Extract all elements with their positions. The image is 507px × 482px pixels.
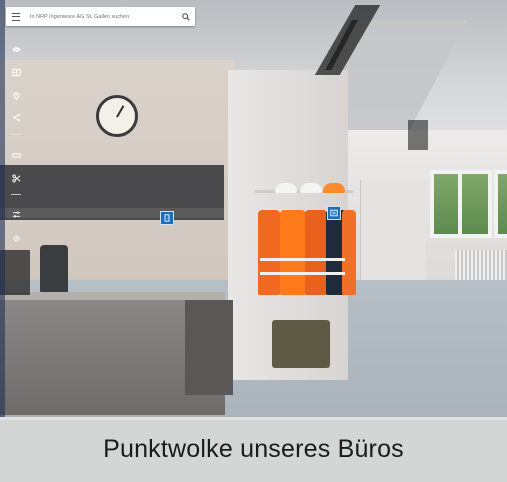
scissors-icon [11, 174, 20, 182]
safety-jacket [258, 210, 280, 295]
caption-text: Punktwolke unseres Büros [103, 435, 404, 463]
fridge [185, 300, 233, 395]
measure-button[interactable] [7, 148, 25, 162]
toolbar-divider [11, 134, 21, 135]
info-panel-icon [330, 209, 338, 217]
shelf-board [0, 208, 224, 218]
share-icon [12, 113, 20, 121]
viewport-edge [0, 0, 5, 417]
caption-bar: Punktwolke unseres Büros [0, 417, 507, 482]
search-bar [6, 7, 195, 26]
ruler-icon [11, 152, 21, 158]
location-pin-icon [12, 91, 20, 100]
floorplan-button[interactable] [7, 65, 25, 79]
location-button[interactable] [7, 88, 25, 102]
eye-icon [11, 46, 21, 52]
menu-button[interactable] [6, 7, 26, 26]
window [494, 170, 507, 238]
clip-button[interactable] [7, 171, 25, 185]
helmet [275, 183, 297, 193]
reflective-stripe [260, 272, 345, 275]
coffee-machine [40, 245, 68, 295]
wall-clock [96, 95, 138, 137]
point-cloud-viewport[interactable] [0, 0, 507, 482]
helmet [300, 183, 322, 193]
toolbar-divider [11, 194, 21, 195]
helmet [323, 183, 345, 193]
view-mode-button[interactable] [7, 42, 25, 56]
viewer-frame: Punktwolke unseres Büros [0, 0, 507, 482]
floorplan-icon [11, 68, 21, 76]
adjust-button[interactable] [7, 207, 25, 221]
window [458, 170, 492, 238]
search-input[interactable] [26, 8, 177, 25]
hotspot-info[interactable] [327, 206, 341, 220]
safety-jacket [342, 210, 356, 295]
safety-jacket [305, 210, 327, 295]
settings-button[interactable] [7, 231, 25, 245]
scan-gap [408, 120, 428, 150]
sliders-icon [12, 211, 20, 217]
safety-jacket [280, 210, 306, 295]
door-icon [164, 214, 170, 222]
search-button[interactable] [177, 7, 195, 26]
search-icon [182, 12, 190, 21]
share-button[interactable] [7, 110, 25, 124]
hotspot-door[interactable] [160, 211, 174, 225]
wall-cabinet [360, 180, 426, 285]
hamburger-icon [12, 12, 20, 21]
reflective-stripe [260, 258, 345, 261]
bag [272, 320, 330, 368]
settings-gear-icon [12, 234, 20, 242]
